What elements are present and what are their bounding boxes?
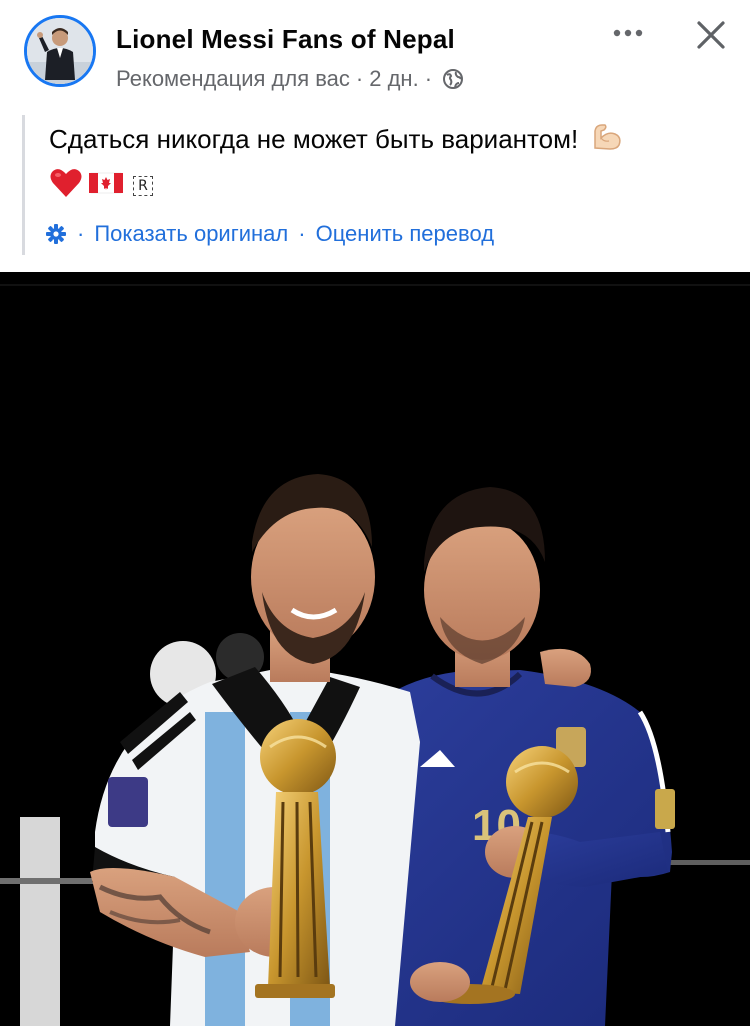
post-text-body: Сдаться никогда не может быть вариантом! [49,124,579,154]
photo-illustration: 10 [0,272,750,1026]
translation-separator: · [77,221,85,246]
post-meta: Рекомендация для вас · 2 дн. · [116,66,464,92]
close-button[interactable] [690,14,732,56]
emoji-row: R [49,167,153,204]
regional-indicator-r: R [133,175,153,196]
gear-icon[interactable] [45,223,67,245]
facebook-post: Lionel Messi Fans of Nepal Рекомендация … [0,0,750,1026]
translation-separator-2: · [298,221,306,246]
globe-icon [442,68,464,90]
close-icon [697,21,725,49]
recommendation-label: Рекомендация для вас [116,66,350,91]
more-options-icon [613,29,643,37]
translation-bar: · Показать оригинал · Оценить перевод [45,221,494,247]
meta-separator: · [355,66,364,91]
rate-translation-link[interactable]: Оценить перевод [316,221,494,247]
post-text: Сдаться никогда не может быть вариантом! [49,121,624,158]
red-heart-emoji [49,167,83,204]
meta-separator-2: · [424,66,433,91]
more-options-button[interactable] [608,18,648,48]
post-time[interactable]: 2 дн. [369,66,418,92]
show-original-link[interactable]: Показать оригинал [94,221,288,247]
translated-content: Сдаться никогда не может быть вариантом! [22,115,725,255]
post-photo[interactable]: 10 [0,272,750,1026]
page-name[interactable]: Lionel Messi Fans of Nepal [116,24,455,55]
muscle-emoji [590,121,624,158]
avatar-image [27,18,93,84]
canada-flag-emoji [88,171,124,200]
page-avatar[interactable] [24,15,96,87]
post-header: Lionel Messi Fans of Nepal Рекомендация … [0,0,750,100]
